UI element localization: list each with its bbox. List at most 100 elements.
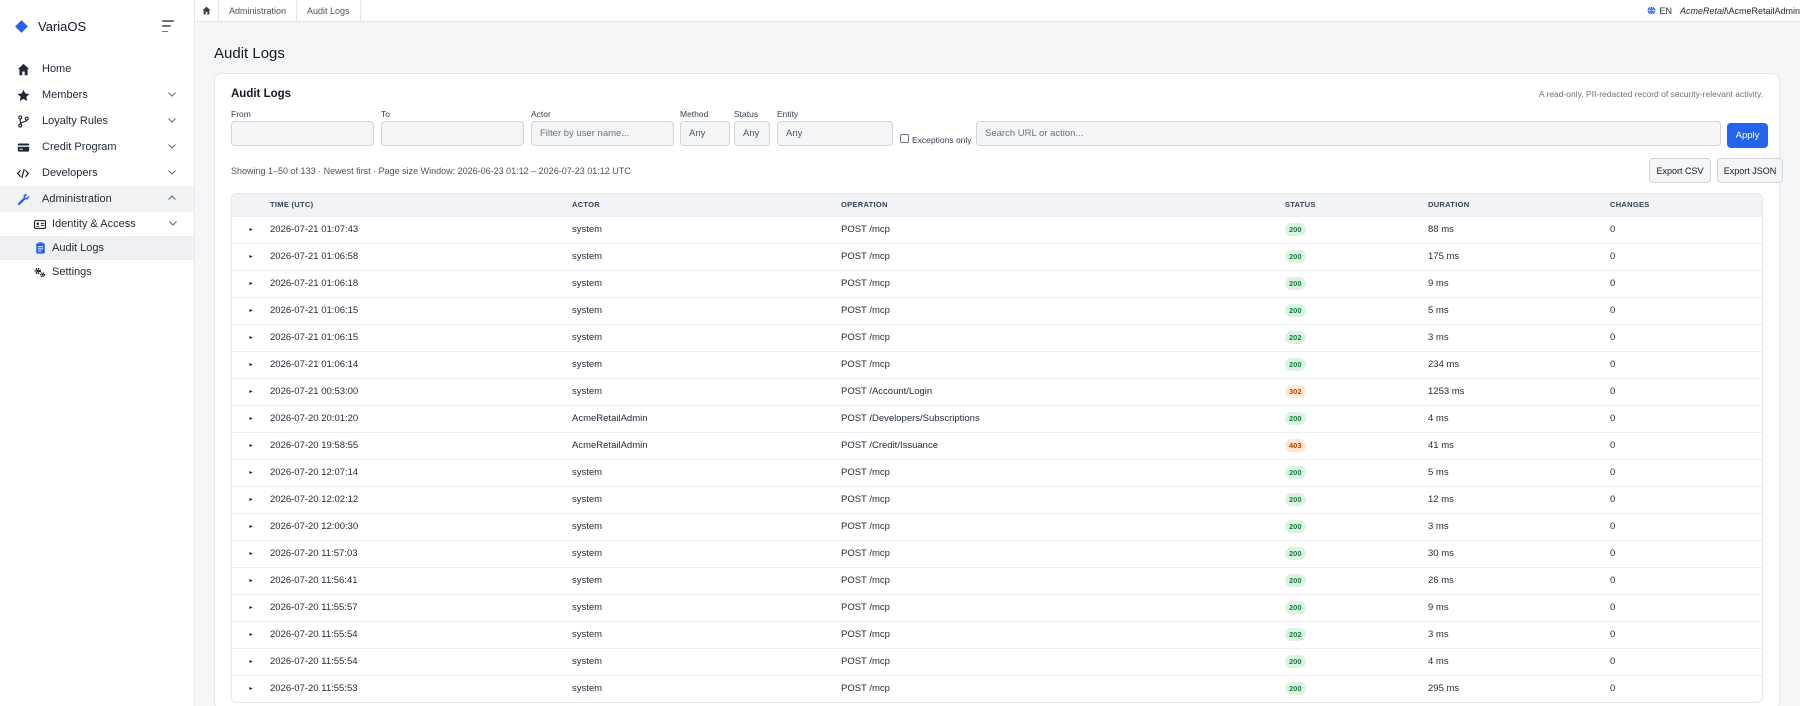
breadcrumb-audit-logs[interactable]: Audit Logs xyxy=(297,0,361,22)
time-cell: 2026-07-21 01:06:15 xyxy=(270,305,359,316)
changes-cell: 0 xyxy=(1610,629,1616,640)
duration-cell: 41 ms xyxy=(1428,440,1454,451)
table-row[interactable]: ▸ 2026-07-20 11:55:53 system POST /mcp 200 29… xyxy=(232,675,1762,702)
status-select[interactable]: Any xyxy=(734,121,770,146)
column-header-duration[interactable]: DURATION xyxy=(1428,194,1610,216)
operation-cell: POST /mcp xyxy=(841,683,890,695)
table-row[interactable]: ▸ 2026-07-21 01:06:15 system POST /mcp 200 5 … xyxy=(232,297,1762,324)
sidebar-subitem-identity-access[interactable]: Identity & Access xyxy=(0,212,194,236)
expand-row-icon[interactable]: ▸ xyxy=(232,216,270,243)
table-row[interactable]: ▸ 2026-07-20 20:01:20 AcmeRetailAdmin POST … xyxy=(232,405,1762,432)
table-row[interactable]: ▸ 2026-07-20 11:55:54 system POST /mcp 200 4 … xyxy=(232,648,1762,675)
table-row[interactable]: ▸ 2026-07-21 01:06:18 system POST /mcp 200 9 … xyxy=(232,270,1762,297)
topbar-right: EN AcmeRetail\AcmeRetailAdmin xyxy=(1647,6,1800,16)
sidebar-toggle-icon[interactable] xyxy=(162,20,176,32)
table-row[interactable]: ▸ 2026-07-20 11:56:41 system POST /mcp 200 26… xyxy=(232,567,1762,594)
column-header-status[interactable]: STATUS xyxy=(1285,194,1428,216)
apply-button[interactable]: Apply xyxy=(1727,123,1768,148)
expand-row-icon[interactable]: ▸ xyxy=(232,324,270,351)
column-header-time[interactable]: TIME (UTC) xyxy=(270,194,572,216)
brand: VariaOS xyxy=(0,0,194,52)
actor-cell: system xyxy=(572,629,603,640)
method-select[interactable]: Any xyxy=(680,121,730,146)
duration-cell: 88 ms xyxy=(1428,224,1454,235)
sidebar-item-home[interactable]: Home xyxy=(0,56,194,82)
status-badge: 302 xyxy=(1285,385,1306,398)
chevron-down-icon[interactable] xyxy=(166,115,178,127)
sidebar-item-members[interactable]: Members xyxy=(0,82,194,108)
time-cell: 2026-07-20 12:00:30 xyxy=(270,521,359,532)
expand-row-icon[interactable]: ▸ xyxy=(232,513,270,540)
chevron-down-icon[interactable] xyxy=(166,141,178,153)
expand-row-icon[interactable]: ▸ xyxy=(232,243,270,270)
exceptions-only-toggle[interactable]: Exceptions only xyxy=(900,131,972,145)
breadcrumb-home-icon[interactable] xyxy=(195,0,219,22)
expand-row-icon[interactable]: ▸ xyxy=(232,486,270,513)
entity-label: Entity xyxy=(777,109,799,119)
entity-select[interactable]: Any xyxy=(777,121,893,146)
expand-row-icon[interactable]: ▸ xyxy=(232,378,270,405)
operation-cell: POST /mcp xyxy=(841,521,890,532)
sidebar-subitem-audit-logs[interactable]: Audit Logs xyxy=(0,236,194,260)
column-header-operation[interactable]: OPERATION xyxy=(841,194,1285,216)
sidebar-item-credit-program[interactable]: Credit Program xyxy=(0,134,194,160)
expand-row-icon[interactable]: ▸ xyxy=(232,432,270,459)
expand-row-icon[interactable]: ▸ xyxy=(232,540,270,567)
code-icon xyxy=(16,166,30,180)
changes-cell: 0 xyxy=(1610,359,1616,370)
actor-cell: system xyxy=(572,224,603,235)
expand-row-icon[interactable]: ▸ xyxy=(232,675,270,702)
user-menu[interactable]: AcmeRetail\AcmeRetailAdmin xyxy=(1680,6,1800,16)
time-cell: 2026-07-20 11:55:54 xyxy=(270,629,358,640)
column-header-changes[interactable]: CHANGES xyxy=(1610,194,1762,216)
time-cell: 2026-07-20 19:58:55 xyxy=(270,440,359,451)
table-row[interactable]: ▸ 2026-07-21 00:53:00 system POST /Account/… xyxy=(232,378,1762,405)
chevron-down-icon[interactable] xyxy=(168,218,178,231)
sidebar-item-administration[interactable]: Administration xyxy=(0,186,194,212)
expand-row-icon[interactable]: ▸ xyxy=(232,567,270,594)
table-row[interactable]: ▸ 2026-07-20 12:00:30 system POST /mcp 200 3 … xyxy=(232,513,1762,540)
expand-row-icon[interactable]: ▸ xyxy=(232,648,270,675)
exceptions-only-checkbox[interactable] xyxy=(900,133,909,143)
chevron-down-icon[interactable] xyxy=(166,167,178,179)
table-row[interactable]: ▸ 2026-07-20 11:55:57 system POST /mcp 200 9 … xyxy=(232,594,1762,621)
expand-row-icon[interactable]: ▸ xyxy=(232,351,270,378)
table-row[interactable]: ▸ 2026-07-21 01:06:14 system POST /mcp 200 23… xyxy=(232,351,1762,378)
sidebar-item-label: Loyalty Rules xyxy=(42,115,109,127)
table-row[interactable]: ▸ 2026-07-20 11:55:54 system POST /mcp 202 3 … xyxy=(232,621,1762,648)
table-row[interactable]: ▸ 2026-07-20 11:57:03 system POST /mcp 200 30… xyxy=(232,540,1762,567)
expand-row-icon[interactable]: ▸ xyxy=(232,594,270,621)
sidebar-subitem-settings[interactable]: Settings xyxy=(0,260,194,284)
sidebar-item-developers[interactable]: Developers xyxy=(0,160,194,186)
export-json-button[interactable]: Export JSON xyxy=(1717,158,1783,183)
chevron-down-icon[interactable] xyxy=(166,89,178,101)
column-header-actor[interactable]: ACTOR xyxy=(572,194,841,216)
table-row[interactable]: ▸ 2026-07-20 19:58:55 AcmeRetailAdmin POST … xyxy=(232,432,1762,459)
sidebar-item-loyalty-rules[interactable]: Loyalty Rules xyxy=(0,108,194,134)
to-date-input[interactable] xyxy=(381,121,524,146)
time-cell: 2026-07-20 20:01:20 xyxy=(270,413,359,424)
expand-row-icon[interactable]: ▸ xyxy=(232,405,270,432)
actor-cell: system xyxy=(572,467,603,478)
from-date-input[interactable] xyxy=(231,121,374,146)
breadcrumb-administration[interactable]: Administration xyxy=(219,0,298,22)
status-badge: 200 xyxy=(1285,493,1306,506)
search-input[interactable]: Search URL or action... xyxy=(976,121,1721,146)
table-row[interactable]: ▸ 2026-07-20 12:07:14 system POST /mcp 200 5 … xyxy=(232,459,1762,486)
expand-row-icon[interactable]: ▸ xyxy=(232,459,270,486)
table-row[interactable]: ▸ 2026-07-21 01:06:15 system POST /mcp 202 3 … xyxy=(232,324,1762,351)
table-row[interactable]: ▸ 2026-07-21 01:06:58 system POST /mcp 200 17… xyxy=(232,243,1762,270)
operation-cell: POST /mcp xyxy=(841,548,890,559)
actor-filter-input[interactable]: Filter by user name... xyxy=(531,121,674,146)
export-csv-button[interactable]: Export CSV xyxy=(1649,158,1711,183)
expand-row-icon[interactable]: ▸ xyxy=(232,270,270,297)
expand-row-icon[interactable]: ▸ xyxy=(232,297,270,324)
actor-cell: system xyxy=(572,521,603,532)
chevron-up-icon[interactable] xyxy=(166,193,178,205)
table-row[interactable]: ▸ 2026-07-20 12:02:12 system POST /mcp 200 12… xyxy=(232,486,1762,513)
expand-row-icon[interactable]: ▸ xyxy=(232,621,270,648)
operation-cell: POST /mcp xyxy=(841,494,890,505)
status-badge: 200 xyxy=(1285,412,1306,425)
language-switcher[interactable]: EN xyxy=(1647,6,1672,16)
table-row[interactable]: ▸ 2026-07-21 01:07:43 system POST /mcp 200 88… xyxy=(232,216,1762,243)
